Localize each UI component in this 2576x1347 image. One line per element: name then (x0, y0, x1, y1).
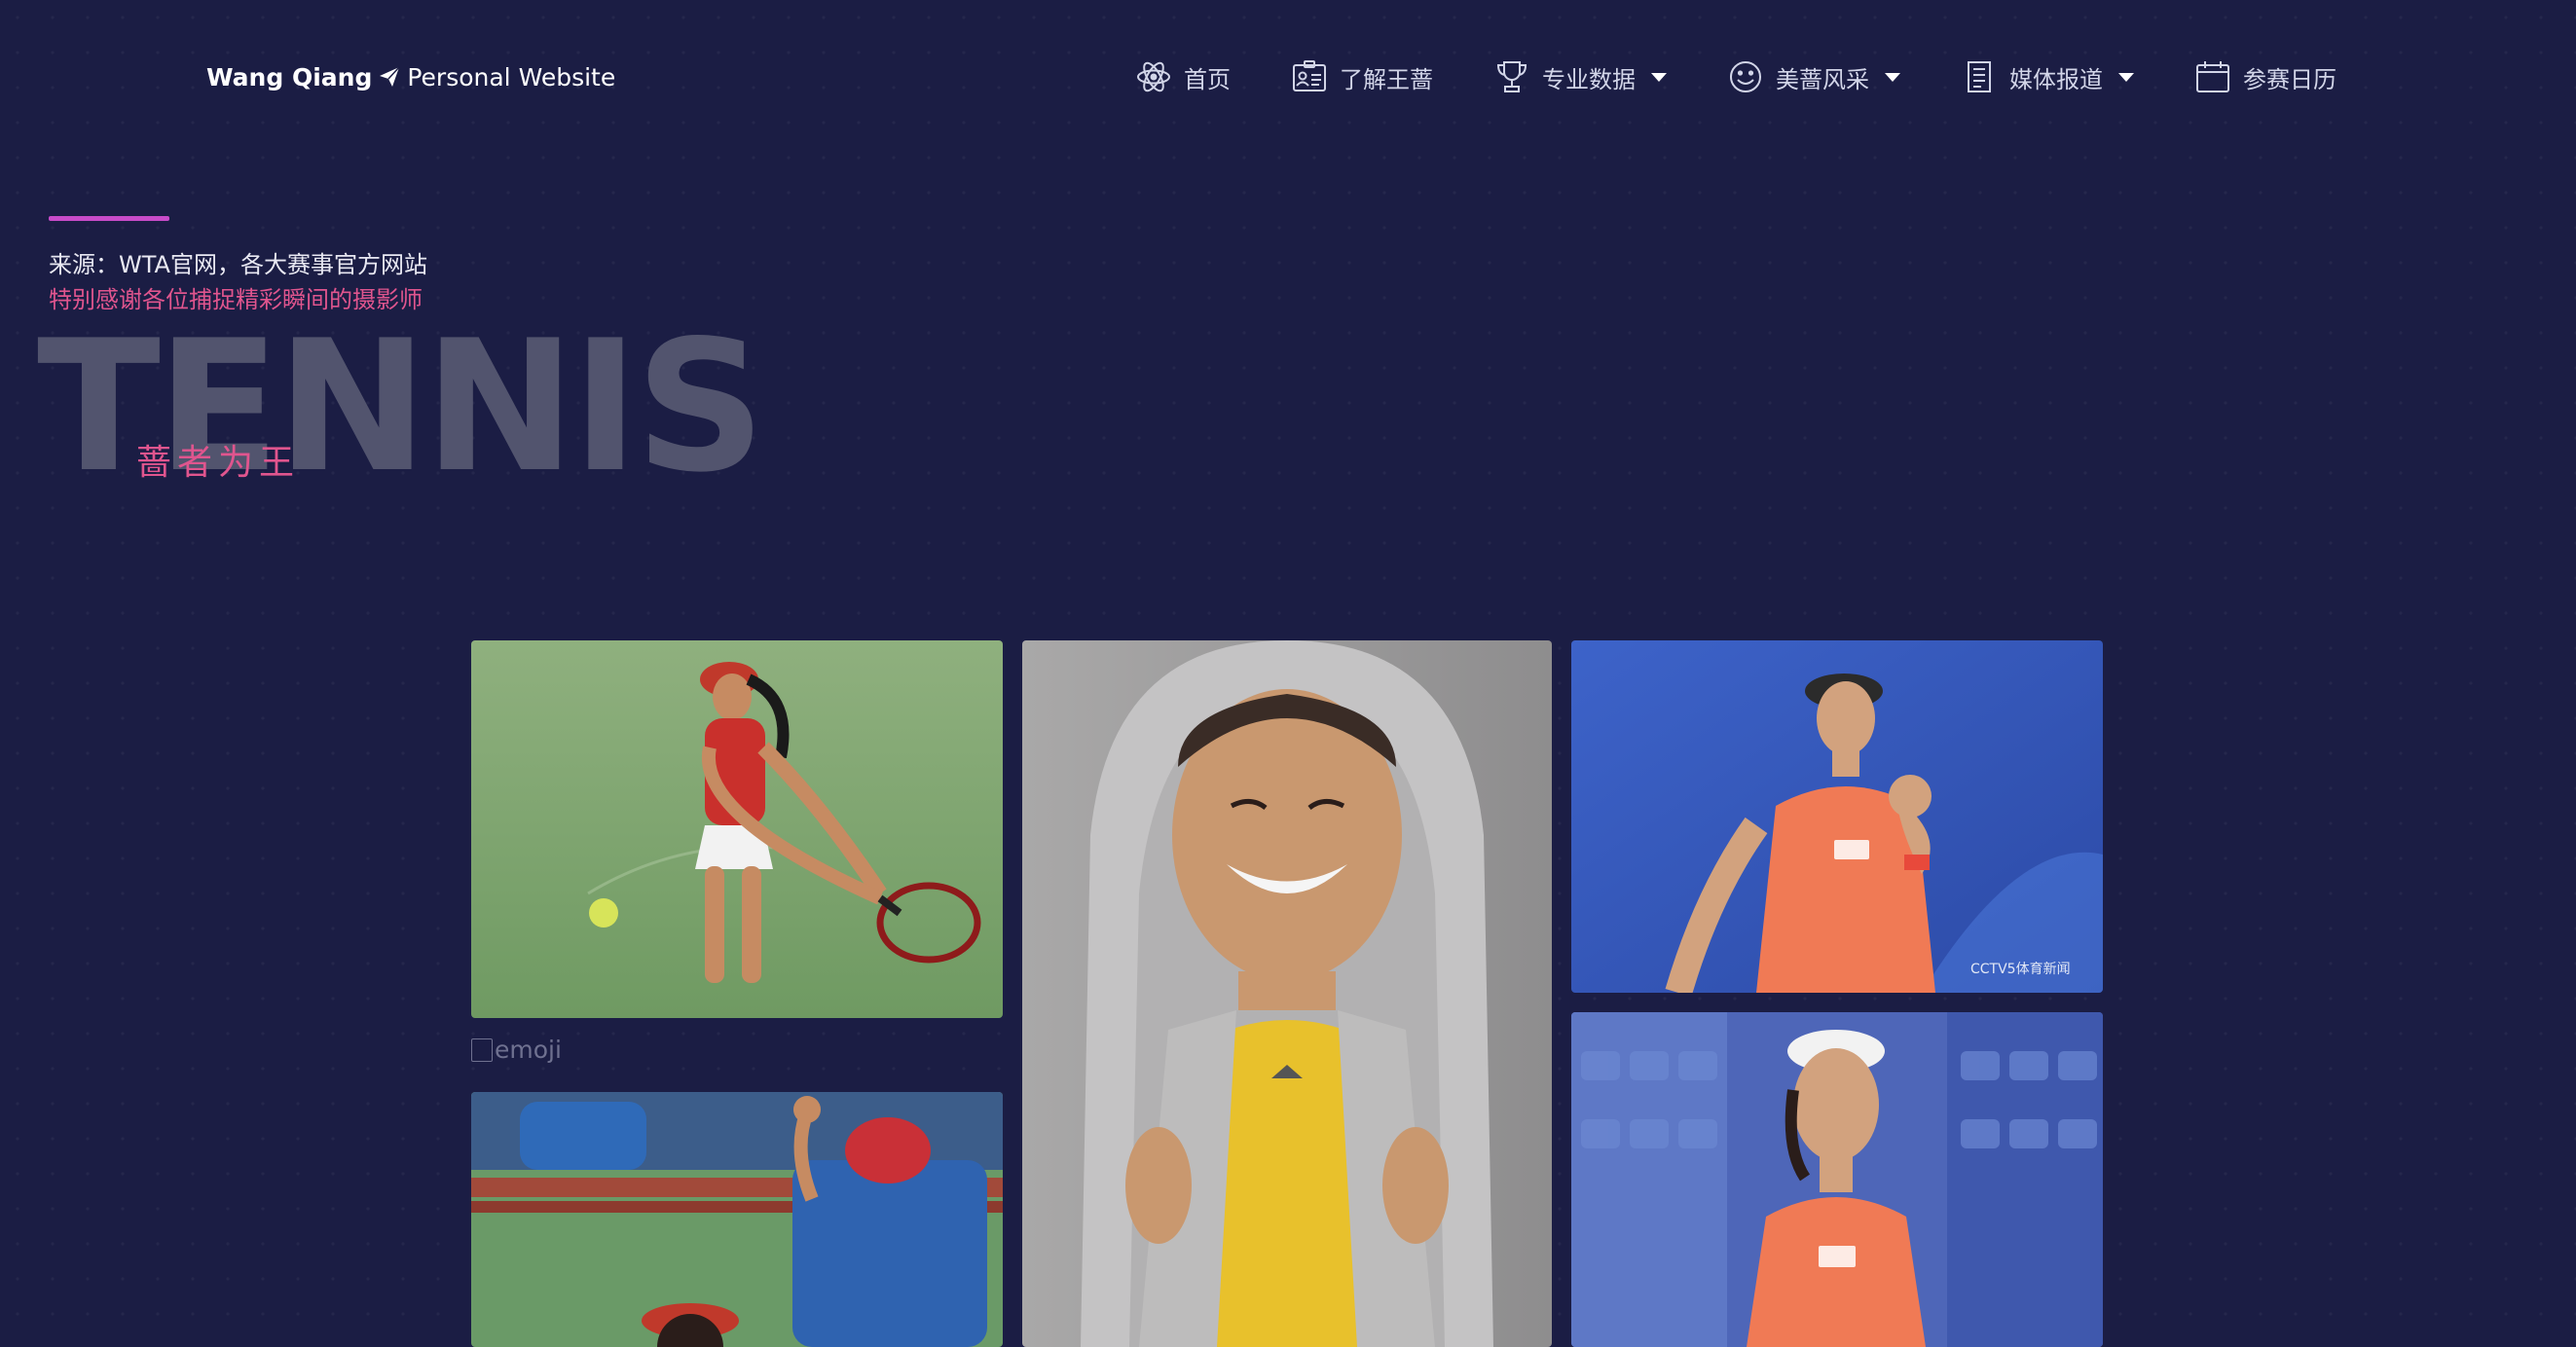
id-card-icon (1291, 58, 1328, 95)
brand-suffix: Personal Website (407, 62, 616, 91)
nav-item-stats[interactable]: 专业数据 (1493, 58, 1667, 95)
accent-divider (49, 216, 169, 221)
nav-label: 了解王蔷 (1340, 65, 1433, 93)
hero-slogan: 蔷者为王 (136, 443, 301, 483)
chevron-down-icon (2118, 72, 2134, 82)
photo-stadium-focus[interactable] (1571, 1012, 2103, 1347)
source-credit: 来源：WTA官网，各大赛事官方网站 (49, 251, 427, 278)
nav-item-gallery[interactable]: 美蔷风采 (1727, 58, 1900, 95)
broken-emoji-image: emoji (471, 1036, 562, 1064)
photo-fist-pump[interactable]: CCTV5体育新闻 (1571, 640, 2103, 993)
nav-item-calendar[interactable]: 参赛日历 (2194, 58, 2337, 95)
nav-label: 首页 (1184, 65, 1231, 93)
trophy-icon (1493, 58, 1530, 95)
atom-icon (1135, 58, 1172, 95)
nav-label: 参赛日历 (2243, 65, 2337, 93)
smile-icon (1727, 58, 1764, 95)
nav-item-home[interactable]: 首页 (1135, 58, 1231, 95)
main-nav: 首页 了解王蔷 专业数据 美蔷风采 媒体报道 参赛日历 (1135, 51, 2337, 103)
photo-watermark: CCTV5体育新闻 (1970, 962, 2071, 977)
photo-hooded-portrait[interactable] (1022, 640, 1552, 1347)
nav-label: 专业数据 (1542, 65, 1636, 93)
calendar-icon (2194, 58, 2231, 95)
broken-image-icon (471, 1038, 493, 1062)
document-icon (1961, 58, 1998, 95)
photo-bench-celebration[interactable] (471, 1092, 1003, 1347)
chevron-down-icon (1885, 72, 1900, 82)
broken-image-alt: emoji (495, 1036, 562, 1064)
nav-label: 美蔷风采 (1776, 65, 1869, 93)
paper-plane-icon (378, 65, 401, 89)
chevron-down-icon (1651, 72, 1667, 82)
brand[interactable]: Wang Qiang Personal Website (206, 60, 615, 93)
nav-label: 媒体报道 (2009, 65, 2103, 93)
nav-item-media[interactable]: 媒体报道 (1961, 58, 2134, 95)
brand-name: Wang Qiang (206, 62, 373, 91)
nav-item-about[interactable]: 了解王蔷 (1291, 58, 1433, 95)
photo-backhand-swing[interactable] (471, 640, 1003, 1018)
